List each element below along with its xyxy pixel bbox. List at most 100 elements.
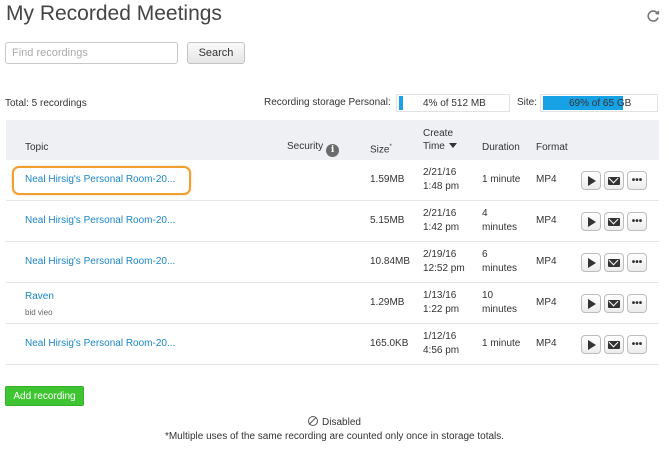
- play-button[interactable]: [581, 212, 601, 231]
- duration-value: 6: [482, 249, 488, 260]
- recording-size: 5.15MB: [370, 215, 405, 226]
- play-icon: [588, 298, 596, 309]
- header-size[interactable]: Size*: [370, 141, 392, 156]
- more-icon: •••: [631, 256, 643, 268]
- duration-value: 4: [482, 208, 488, 219]
- recording-create-time: 1/12/16 4:56 pm: [423, 330, 459, 358]
- recording-size: 10.84MB: [370, 256, 411, 267]
- play-button[interactable]: [581, 335, 601, 354]
- recording-topic: Neal Hirsig's Personal Room-20...: [25, 337, 175, 351]
- email-button[interactable]: [604, 212, 624, 231]
- header-security-label: Security: [287, 141, 324, 152]
- create-date: 1/12/16: [423, 331, 457, 342]
- table-header: Topic Security i Size* Create Time Durati…: [6, 120, 659, 160]
- disabled-label: Disabled: [322, 417, 361, 428]
- personal-storage-text: 4% of 512 MB: [423, 98, 486, 109]
- create-date: 1/13/16: [423, 290, 457, 301]
- create-date: 2/21/16: [423, 208, 457, 219]
- personal-storage-fill: [399, 96, 404, 110]
- more-button[interactable]: •••: [627, 171, 647, 190]
- play-icon: [588, 175, 596, 186]
- recording-description: bid vieo: [25, 308, 53, 317]
- header-format[interactable]: Format: [536, 141, 568, 154]
- site-storage-label: Site:: [517, 97, 538, 108]
- email-button[interactable]: [604, 294, 624, 313]
- mail-icon: [608, 299, 620, 308]
- recording-format: MP4: [536, 297, 557, 308]
- recording-create-time: 2/21/16 1:42 pm: [423, 207, 459, 235]
- recording-duration: 10 minutes: [482, 289, 517, 317]
- duration-value: 10: [482, 290, 494, 301]
- header-duration[interactable]: Duration: [482, 141, 520, 154]
- recording-create-time: 2/19/16 12:52 pm: [423, 248, 465, 276]
- search-input[interactable]: [5, 42, 178, 64]
- table-row: Neal Hirsig's Personal Room-20... 165.0KB…: [6, 324, 659, 365]
- refresh-icon[interactable]: [645, 8, 661, 24]
- recording-link[interactable]: Neal Hirsig's Personal Room-20...: [25, 215, 175, 226]
- header-topic[interactable]: Topic: [25, 141, 48, 154]
- recording-duration: 1 minute: [482, 174, 521, 185]
- mail-icon: [608, 176, 620, 185]
- recording-topic: Raven bid vieo: [25, 290, 54, 320]
- row-actions: •••: [581, 335, 647, 354]
- more-icon: •••: [631, 297, 643, 309]
- site-storage-bar: 69% of 65 GB: [540, 94, 658, 112]
- header-create-time[interactable]: Create Time: [423, 127, 457, 153]
- recording-link[interactable]: Neal Hirsig's Personal Room-20...: [25, 338, 175, 349]
- more-icon: •••: [631, 338, 643, 350]
- recording-duration: 1 minute: [482, 338, 521, 349]
- play-button[interactable]: [581, 171, 601, 190]
- play-button[interactable]: [581, 294, 601, 313]
- play-button[interactable]: [581, 253, 601, 272]
- search-button[interactable]: Search: [187, 42, 245, 64]
- recording-format: MP4: [536, 338, 557, 349]
- recording-link[interactable]: Raven: [25, 291, 54, 302]
- recording-size: 165.0KB: [370, 338, 409, 349]
- sort-down-icon: [448, 143, 457, 148]
- table-row: Raven bid vieo 1.29MB 1/13/16 1:22 pm 10 minut…: [6, 283, 659, 324]
- recording-topic: Neal Hirsig's Personal Room-20...: [25, 214, 175, 228]
- row-actions: •••: [581, 253, 647, 272]
- more-button[interactable]: •••: [627, 212, 647, 231]
- more-icon: •••: [631, 174, 643, 186]
- play-icon: [588, 339, 596, 350]
- play-icon: [588, 257, 596, 268]
- disabled-icon: [308, 416, 319, 426]
- table-row: Neal Hirsig's Personal Room-20... 1.59MB 2…: [6, 160, 659, 201]
- recording-link[interactable]: Neal Hirsig's Personal Room-20...: [25, 256, 175, 267]
- row-actions: •••: [581, 171, 647, 190]
- table-row: Neal Hirsig's Personal Room-20... 5.15MB 2…: [6, 201, 659, 242]
- table-row: Neal Hirsig's Personal Room-20... 10.84MB…: [6, 242, 659, 283]
- more-button[interactable]: •••: [627, 294, 647, 313]
- create-time: 1:48 pm: [423, 181, 460, 192]
- create-time: 12:52 pm: [423, 263, 465, 274]
- recording-create-time: 1/13/16 1:22 pm: [423, 289, 459, 317]
- recording-topic: Neal Hirsig's Personal Room-20...: [25, 173, 175, 187]
- row-actions: •••: [581, 294, 647, 313]
- header-create-label: Create: [423, 128, 454, 139]
- recordings-table: Topic Security i Size* Create Time Durati…: [6, 120, 659, 365]
- create-date: 2/19/16: [423, 249, 457, 260]
- recording-topic: Neal Hirsig's Personal Room-20...: [25, 255, 175, 269]
- play-icon: [588, 216, 596, 227]
- more-button[interactable]: •••: [627, 335, 647, 354]
- table-body: Neal Hirsig's Personal Room-20... 1.59MB 2…: [6, 160, 659, 365]
- info-icon[interactable]: i: [326, 144, 340, 157]
- add-recording-button[interactable]: Add recording: [5, 386, 84, 406]
- header-time-label: Time: [423, 141, 445, 152]
- email-button[interactable]: [604, 335, 624, 354]
- disabled-legend: Disabled: [0, 416, 669, 428]
- create-time: 4:56 pm: [423, 345, 460, 356]
- recording-link[interactable]: Neal Hirsig's Personal Room-20...: [25, 174, 175, 185]
- more-icon: •••: [631, 215, 643, 227]
- create-date: 2/21/16: [423, 167, 457, 178]
- email-button[interactable]: [604, 253, 624, 272]
- email-button[interactable]: [604, 171, 624, 190]
- more-button[interactable]: •••: [627, 253, 647, 272]
- mail-icon: [608, 217, 620, 226]
- header-security: Security i: [287, 140, 340, 157]
- header-size-label: Size: [370, 144, 390, 156]
- personal-storage-bar: 4% of 512 MB: [396, 94, 510, 112]
- storage-footnote: *Multiple uses of the same recording are…: [164, 431, 505, 442]
- recording-format: MP4: [536, 215, 557, 226]
